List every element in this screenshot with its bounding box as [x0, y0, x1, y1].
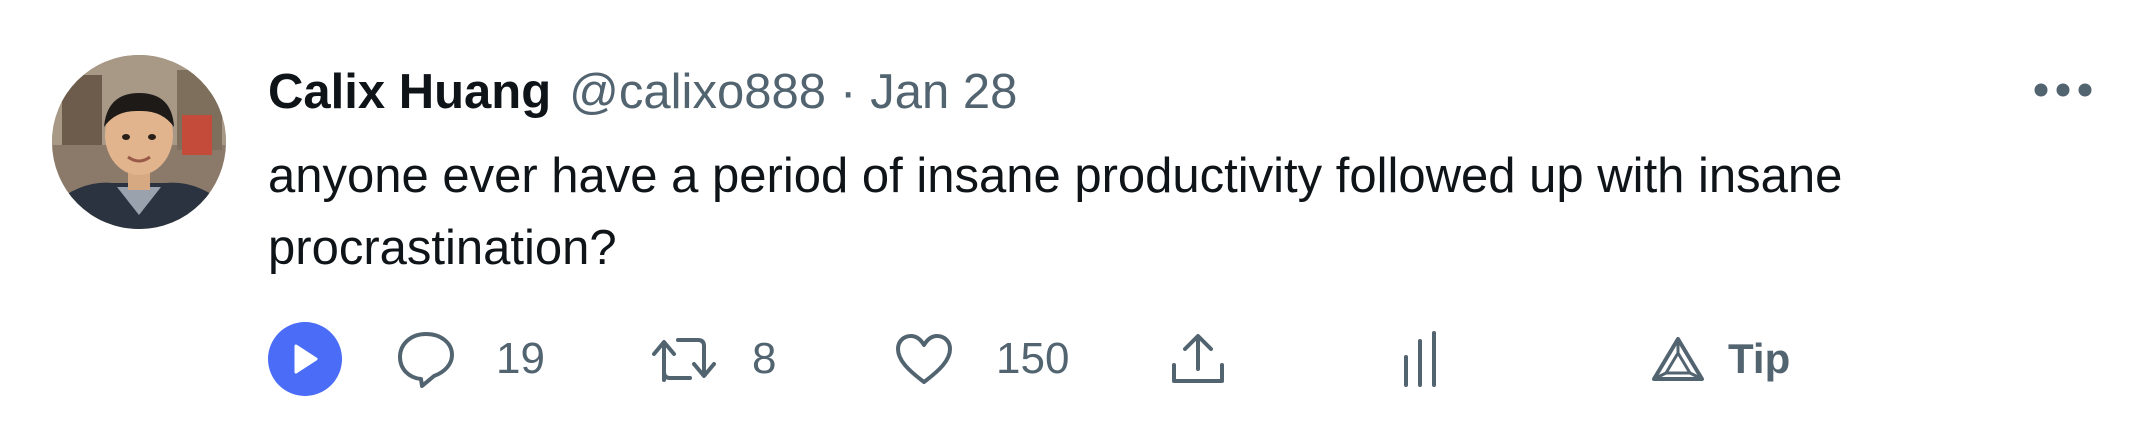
more-options-button[interactable] [2028, 70, 2098, 110]
tip-label: Tip [1728, 335, 1791, 382]
tweet-date[interactable]: Jan 28 [870, 64, 1017, 120]
author-name[interactable]: Calix Huang [268, 64, 551, 120]
action-bar: 19 8 150 Tip [268, 322, 2068, 396]
more-horizontal-icon [2034, 83, 2092, 97]
avatar[interactable] [52, 55, 226, 229]
retweet-count: 8 [752, 334, 777, 383]
analytics-icon [1404, 331, 1436, 387]
share-button[interactable] [1168, 322, 1228, 396]
tweet-header: Calix Huang @calixo888 · Jan 28 [268, 62, 1017, 122]
analytics-button[interactable] [1400, 322, 1440, 396]
play-button[interactable] [268, 322, 342, 396]
share-icon [1172, 334, 1224, 383]
reply-count: 19 [496, 334, 545, 383]
tip-button[interactable]: Tip [1650, 322, 1790, 396]
like-button[interactable]: 150 [894, 322, 1069, 396]
separator-dot: · [839, 65, 857, 119]
author-handle[interactable]: @calixo888 [569, 64, 826, 120]
play-circle [268, 322, 342, 396]
retweet-icon [652, 338, 716, 382]
retweet-button[interactable]: 8 [652, 322, 776, 396]
play-icon [294, 344, 318, 374]
like-count: 150 [996, 334, 1070, 383]
tip-icon [1652, 337, 1704, 381]
heart-icon [896, 334, 952, 384]
profile-photo [52, 55, 226, 229]
reply-button[interactable]: 19 [396, 322, 545, 396]
tweet-text: anyone ever have a period of insane prod… [268, 149, 1843, 275]
reply-icon [398, 332, 454, 388]
